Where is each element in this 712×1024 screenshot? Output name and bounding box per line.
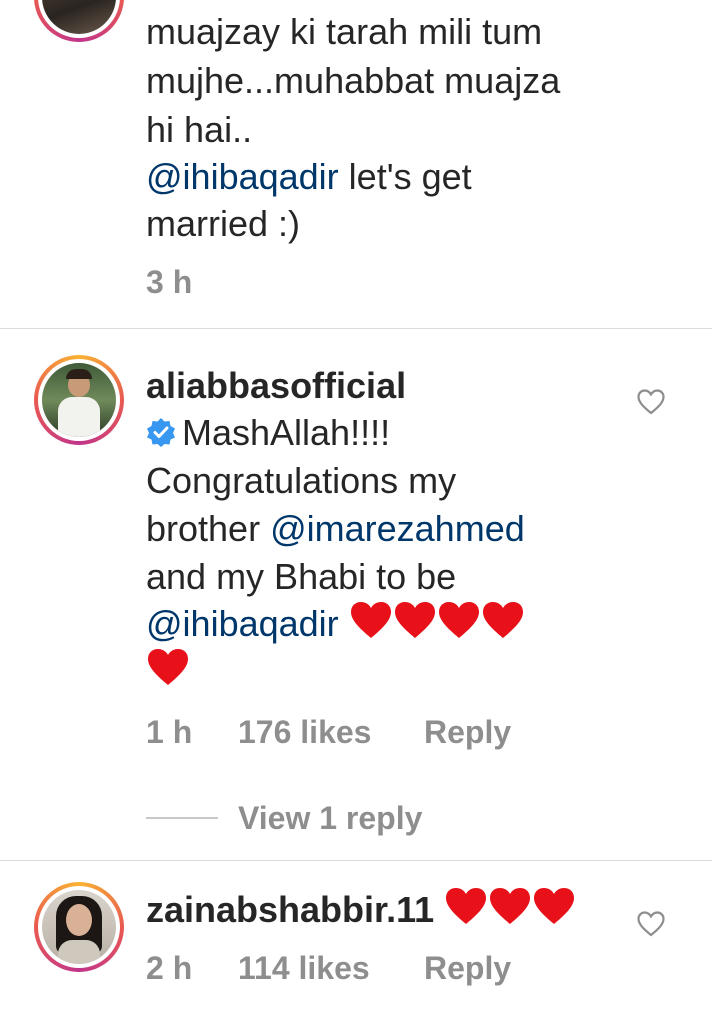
mention-link[interactable]: @imarezahmed — [270, 508, 525, 549]
heart-emoji — [490, 888, 531, 924]
heart-emoji-group — [444, 888, 576, 930]
heart-emoji — [148, 649, 188, 685]
mention-link[interactable]: @ihibaqadir — [146, 156, 339, 197]
comment-text-line: mujhe...muhabbat muajza — [146, 60, 561, 101]
comment-text-line: MashAllah!!!! — [146, 409, 390, 459]
heart-emoji — [350, 602, 391, 638]
comment-text-line: zainabshabbir.11 — [146, 886, 576, 934]
comment-text-line: muajzay ki tarah mili tum — [146, 11, 543, 52]
heart-emoji-group — [349, 602, 525, 644]
comment-likes-count[interactable]: 114 likes — [238, 948, 370, 988]
avatar[interactable] — [34, 355, 124, 445]
verified-badge-icon — [146, 411, 176, 459]
avatar[interactable] — [34, 882, 124, 972]
comment-text: brother — [146, 508, 261, 549]
comment-text-line: married :) — [146, 203, 301, 244]
divider — [0, 860, 712, 861]
heart-emoji — [482, 602, 523, 638]
comment-text: MashAllah!!!! — [182, 412, 391, 453]
mention-link[interactable]: @ihibaqadir — [146, 603, 339, 644]
comment-text-line: @ihibaqadir let's get — [146, 153, 472, 201]
comment-text-line: hi hai.. — [146, 109, 253, 150]
view-replies-button[interactable]: View 1 reply — [238, 800, 422, 837]
heart-emoji — [534, 888, 575, 924]
view-replies-row[interactable]: View 1 reply — [146, 798, 422, 838]
reply-button[interactable]: Reply — [424, 712, 511, 752]
comment-username[interactable]: aliabbasofficial — [146, 362, 406, 410]
comment-timestamp: 2 h — [146, 950, 193, 986]
comment-text-line: and my Bhabi to be — [146, 556, 457, 597]
like-heart-icon[interactable] — [636, 910, 666, 938]
comment-text-line: Congratulations my — [146, 460, 457, 501]
comment-timestamp: 1 h — [146, 714, 193, 750]
avatar[interactable] — [34, 0, 124, 42]
view-replies-line — [146, 817, 218, 819]
comment-text-line — [146, 647, 190, 695]
comment-timestamp: 3 h — [146, 264, 193, 300]
comment-text: let's get — [348, 156, 472, 197]
like-heart-icon[interactable] — [636, 388, 666, 416]
comment-likes-count[interactable]: 176 likes — [238, 712, 371, 752]
comment-text-line: @ihibaqadir — [146, 600, 525, 648]
heart-emoji — [394, 602, 435, 638]
comment-text-line: brother @imarezahmed — [146, 505, 525, 553]
reply-button[interactable]: Reply — [424, 948, 511, 988]
divider — [0, 328, 712, 329]
comment-username[interactable]: zainabshabbir.11 — [146, 889, 434, 930]
heart-emoji — [446, 888, 487, 924]
heart-emoji — [438, 602, 479, 638]
